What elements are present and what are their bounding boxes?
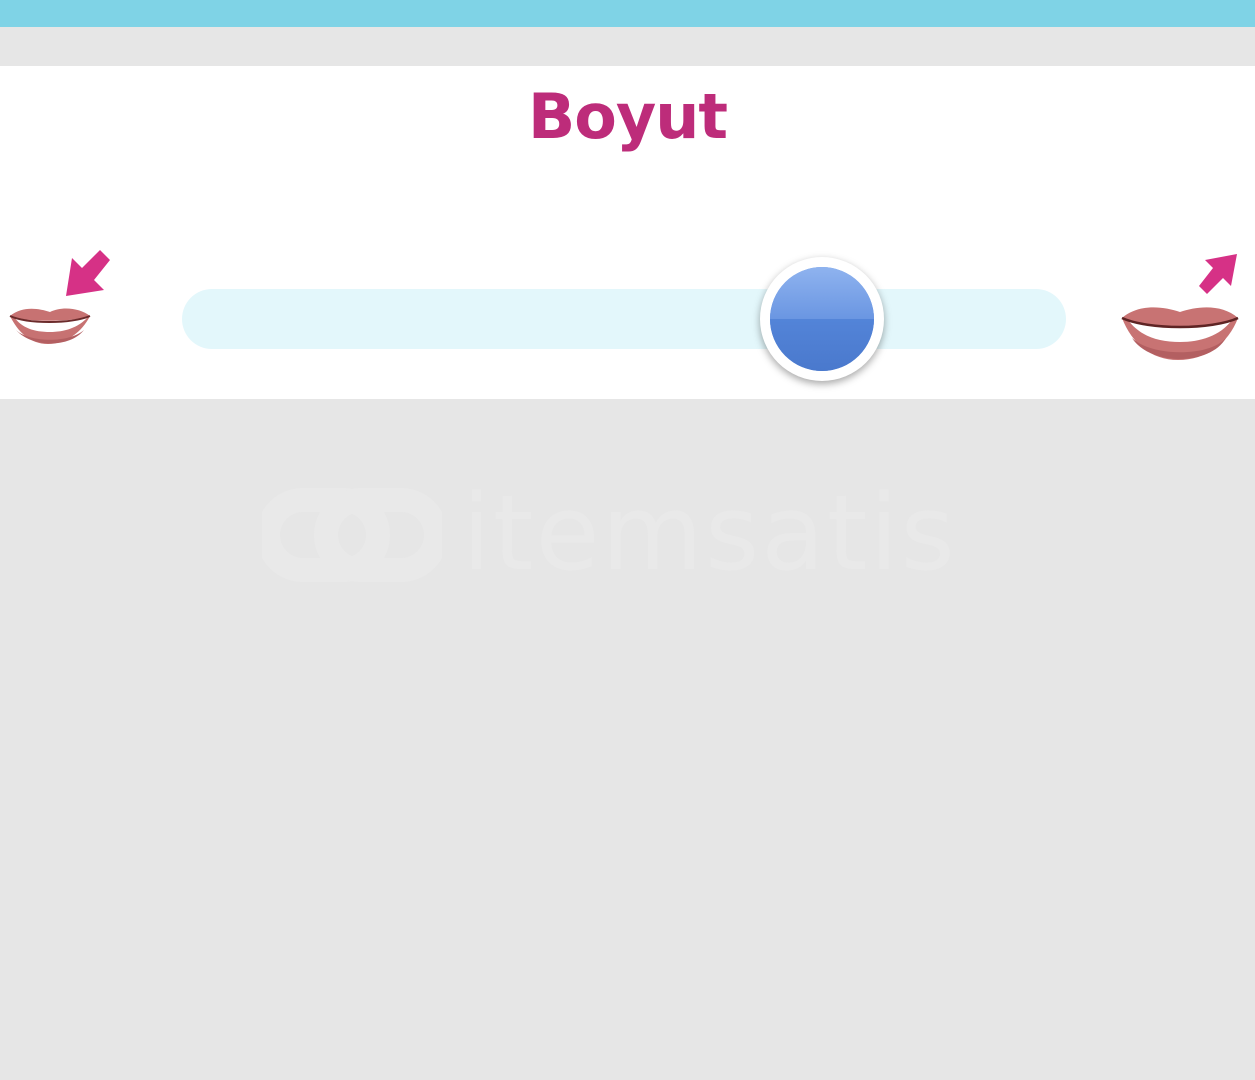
top-bar: [0, 0, 1255, 27]
size-panel: Boyut: [0, 66, 1255, 399]
grow-arrow-icon: [1199, 254, 1237, 294]
size-slider-thumb[interactable]: [759, 257, 884, 381]
shrink-arrow-icon: [66, 250, 110, 296]
panel-title: Boyut: [527, 80, 728, 153]
large-lips-icon[interactable]: [1120, 300, 1240, 368]
header-strip: [0, 27, 1255, 66]
size-slider-track[interactable]: [182, 289, 1066, 349]
watermark-logo-icon: [256, 488, 448, 582]
slider-thumb-orb: [769, 267, 874, 371]
small-lips-icon[interactable]: [8, 302, 92, 352]
watermark: itemsatis: [256, 472, 1002, 600]
watermark-text: itemsatis: [462, 472, 957, 594]
